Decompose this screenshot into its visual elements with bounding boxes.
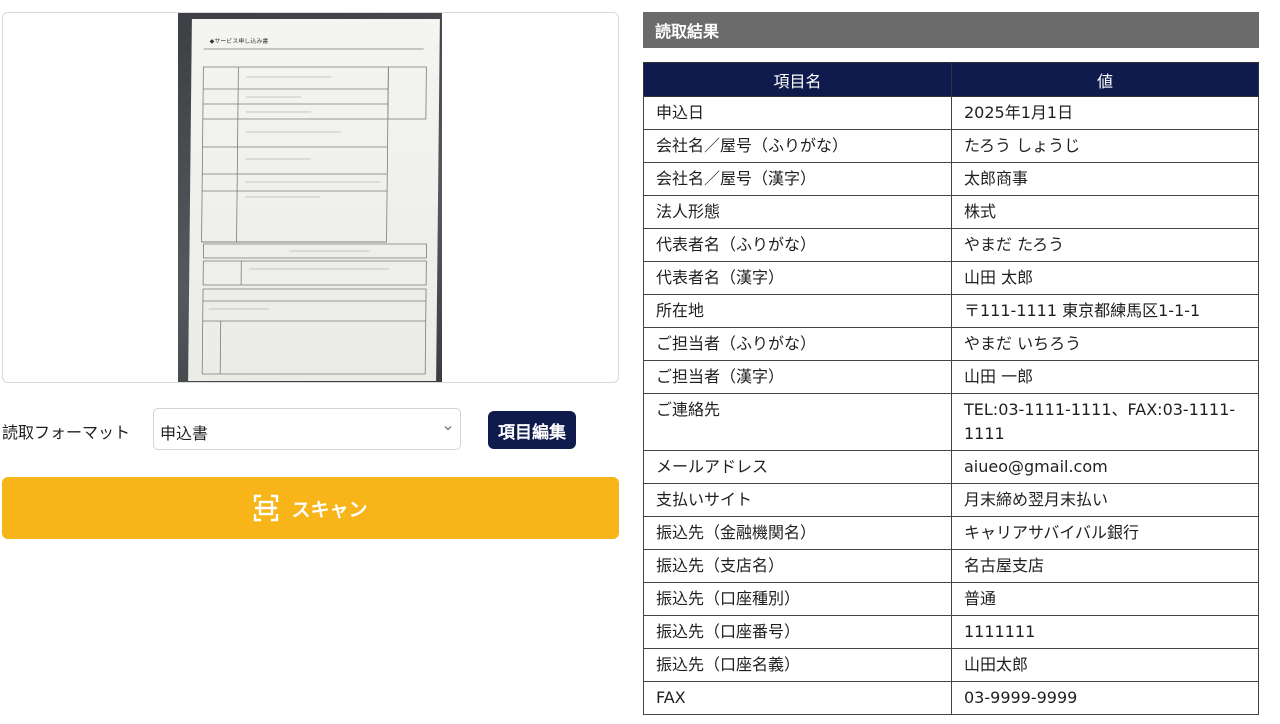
result-panel: 読取結果 項目名 値 申込日 2025年1月1日 会社名／屋号（ふりがな） たろう …: [643, 12, 1259, 715]
row-key: 振込先（口座番号）: [643, 615, 952, 649]
row-key: 会社名／屋号（ふりがな）: [643, 129, 952, 163]
table-row: 所在地 〒111-1111 東京都練馬区1-1-1: [643, 294, 1259, 328]
result-table: 項目名 値 申込日 2025年1月1日 会社名／屋号（ふりがな） たろう しょうじ …: [643, 62, 1259, 715]
table-row: 会社名／屋号（ふりがな） たろう しょうじ: [643, 129, 1259, 163]
scan-button[interactable]: スキャン: [2, 477, 619, 539]
table-row: 法人形態 株式: [643, 195, 1259, 229]
row-value: たろう しょうじ: [951, 129, 1259, 163]
table-row: 申込日 2025年1月1日: [643, 96, 1259, 130]
document-preview: ◆サービス申し込み書: [2, 12, 619, 383]
row-key: FAX: [643, 681, 952, 715]
row-value: 03-9999-9999: [951, 681, 1259, 715]
edit-fields-button[interactable]: 項目編集: [488, 411, 576, 449]
row-key: メールアドレス: [643, 450, 952, 484]
table-row: 会社名／屋号（漢字） 太郎商事: [643, 162, 1259, 196]
row-value: 1111111: [951, 615, 1259, 649]
column-header-key: 項目名: [643, 62, 952, 97]
row-key: 振込先（金融機関名）: [643, 516, 952, 550]
row-key: ご担当者（ふりがな）: [643, 327, 952, 361]
application-form-paper: ◆サービス申し込み書: [188, 19, 440, 381]
row-value: 月末締め翌月末払い: [951, 483, 1259, 517]
row-key: ご担当者（漢字）: [643, 360, 952, 394]
row-value: 株式: [951, 195, 1259, 229]
format-label: 読取フォーマット: [2, 423, 131, 442]
format-select-value: 申込書: [160, 424, 209, 443]
format-row: 読取フォーマット 申込書 項目編集: [2, 408, 619, 454]
row-value: 〒111-1111 東京都練馬区1-1-1: [951, 294, 1259, 328]
format-select[interactable]: 申込書: [153, 408, 461, 450]
scan-button-label: スキャン: [291, 498, 368, 521]
table-row: 振込先（口座名義） 山田太郎: [643, 648, 1259, 682]
chevron-down-icon: [444, 426, 452, 431]
scanned-document-photo: ◆サービス申し込み書: [178, 13, 442, 382]
result-header: 読取結果: [643, 12, 1259, 48]
row-value: 名古屋支店: [951, 549, 1259, 583]
row-key: 振込先（口座名義）: [643, 648, 952, 682]
row-key: 法人形態: [643, 195, 952, 229]
row-value: 2025年1月1日: [951, 96, 1259, 130]
table-row: 代表者名（漢字） 山田 太郎: [643, 261, 1259, 295]
svg-text:◆サービス申し込み書: ◆サービス申し込み書: [210, 37, 269, 45]
row-key: ご連絡先: [643, 393, 952, 451]
table-row: メールアドレス aiueo@gmail.com: [643, 450, 1259, 484]
table-header-row: 項目名 値: [643, 62, 1259, 97]
table-row: 振込先（口座種別） 普通: [643, 582, 1259, 616]
table-row: ご担当者（漢字） 山田 一郎: [643, 360, 1259, 394]
row-value: 普通: [951, 582, 1259, 616]
row-value: TEL:03-1111-1111、FAX:03-1111-1111: [951, 393, 1259, 451]
table-row: 振込先（口座番号） 1111111: [643, 615, 1259, 649]
row-value: キャリアサバイバル銀行: [951, 516, 1259, 550]
row-key: 支払いサイト: [643, 483, 952, 517]
table-row: 振込先（金融機関名） キャリアサバイバル銀行: [643, 516, 1259, 550]
scanner-panel: ◆サービス申し込み書 読取フォーマット 申込書 項目編集 スキャン: [2, 12, 619, 539]
table-row: 支払いサイト 月末締め翌月末払い: [643, 483, 1259, 517]
row-key: 所在地: [643, 294, 952, 328]
row-key: 振込先（支店名）: [643, 549, 952, 583]
table-row: FAX 03-9999-9999: [643, 681, 1259, 715]
row-key: 会社名／屋号（漢字）: [643, 162, 952, 196]
row-key: 申込日: [643, 96, 952, 130]
table-row: 振込先（支店名） 名古屋支店: [643, 549, 1259, 583]
row-value: 山田 一郎: [951, 360, 1259, 394]
scan-frame-icon: [254, 494, 279, 522]
row-value: やまだ たろう: [951, 228, 1259, 262]
row-value: やまだ いちろう: [951, 327, 1259, 361]
row-value: 太郎商事: [951, 162, 1259, 196]
table-row: ご担当者（ふりがな） やまだ いちろう: [643, 327, 1259, 361]
form-sketch: ◆サービス申し込み書: [201, 37, 427, 375]
table-row: 代表者名（ふりがな） やまだ たろう: [643, 228, 1259, 262]
row-key: 振込先（口座種別）: [643, 582, 952, 616]
column-header-value: 値: [951, 62, 1259, 97]
table-row: ご連絡先 TEL:03-1111-1111、FAX:03-1111-1111: [643, 393, 1259, 451]
row-key: 代表者名（漢字）: [643, 261, 952, 295]
row-value: 山田 太郎: [951, 261, 1259, 295]
row-value: aiueo@gmail.com: [951, 450, 1259, 484]
row-key: 代表者名（ふりがな）: [643, 228, 952, 262]
row-value: 山田太郎: [951, 648, 1259, 682]
